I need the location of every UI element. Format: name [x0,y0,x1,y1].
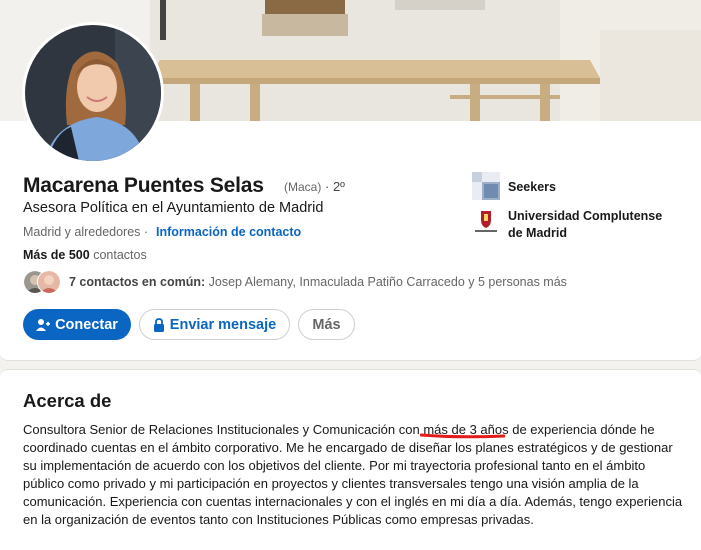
mutual-connections[interactable]: 7 contactos en común: Josep Alemany, Inm… [69,275,567,289]
profile-location: Madrid y alrededores · [23,225,149,239]
connections-count-bold: Más de 500 [23,248,90,262]
seekers-logo[interactable] [472,172,500,200]
avatar[interactable] [25,25,161,161]
profile-card: Macarena Puentes Selas (Maca) · 2º Aseso… [0,0,701,361]
mutual-avatar-2 [37,270,61,294]
about-title: Acerca de [23,390,112,411]
send-message-label: Enviar mensaje [169,316,277,333]
profile-nickname: (Maca) [284,180,322,194]
connect-button[interactable]: Conectar [23,309,131,340]
org-education-line1: Universidad Complutense [508,209,663,223]
about-text-part1: Consultora Senior de Relaciones Instituc… [23,422,424,437]
more-label: Más [312,316,341,333]
lock-icon [153,317,165,332]
profile-photo [25,25,161,161]
ucm-logo[interactable] [472,208,500,236]
add-person-icon [36,318,51,332]
red-underline-annotation [420,433,505,439]
org-education[interactable]: Universidad Complutense de Madrid [508,208,662,242]
connection-degree: · 2º [325,179,345,194]
more-button[interactable]: Más [298,309,355,340]
connections-count-label: contactos [89,248,147,262]
mutual-count: 7 contactos en común: [69,275,206,289]
contact-info-link[interactable]: Información de contacto [156,225,301,239]
profile-headline: Asesora Política en el Ayuntamiento de M… [23,200,324,216]
mutual-avatars[interactable] [23,270,65,294]
about-text-part2: de experiencia dónde he coordinado cuent… [23,422,683,527]
org-education-line2: de Madrid [508,226,568,240]
send-message-button[interactable]: Enviar mensaje [139,309,290,340]
org-current-company[interactable]: Seekers [508,179,556,196]
connect-label: Conectar [55,316,118,333]
about-text: Consultora Senior de Relaciones Instituc… [23,421,685,529]
mutual-names: Josep Alemany, Inmaculada Patiño Carrace… [205,275,567,289]
profile-photo-frame[interactable] [22,22,164,164]
connections-count[interactable]: Más de 500 contactos [23,248,147,262]
profile-name: Macarena Puentes Selas [23,174,264,197]
